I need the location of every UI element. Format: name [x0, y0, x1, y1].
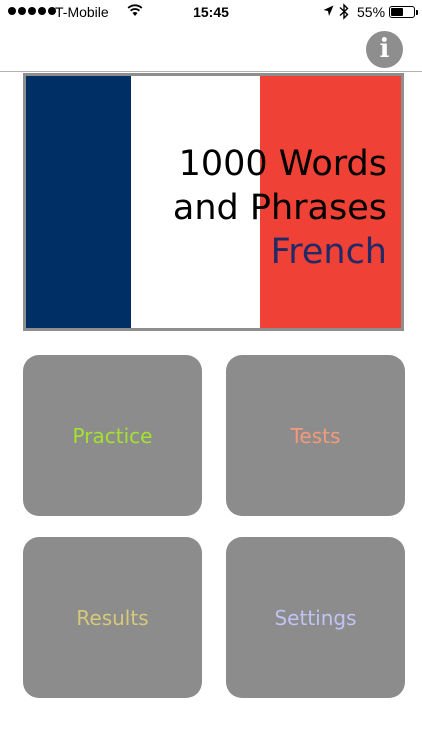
tests-button[interactable]: Tests	[226, 355, 405, 516]
tests-label: Tests	[290, 423, 341, 448]
practice-label: Practice	[72, 423, 153, 448]
app-title: 1000 Words and Phrases French	[173, 142, 387, 274]
settings-label: Settings	[274, 605, 357, 630]
french-flag-banner: 1000 Words and Phrases French	[23, 73, 404, 331]
info-icon: i	[379, 34, 390, 64]
battery-percentage: 55%	[357, 4, 386, 20]
results-label: Results	[76, 605, 149, 630]
flag-blue-stripe	[26, 76, 131, 328]
battery-icon	[389, 6, 418, 18]
battery-fill	[391, 8, 403, 16]
info-button[interactable]: i	[366, 31, 403, 68]
location-arrow-icon	[323, 5, 334, 16]
practice-button[interactable]: Practice	[23, 355, 202, 516]
app-title-line-1: 1000 Words	[178, 144, 387, 184]
status-bar: T-Mobile 15:45 55%	[0, 0, 422, 26]
app-title-line-2: and Phrases	[172, 188, 387, 228]
language-label: French	[270, 232, 387, 272]
navigation-bar	[0, 26, 422, 72]
settings-button[interactable]: Settings	[226, 537, 405, 698]
results-button[interactable]: Results	[23, 537, 202, 698]
bluetooth-icon	[339, 3, 349, 20]
